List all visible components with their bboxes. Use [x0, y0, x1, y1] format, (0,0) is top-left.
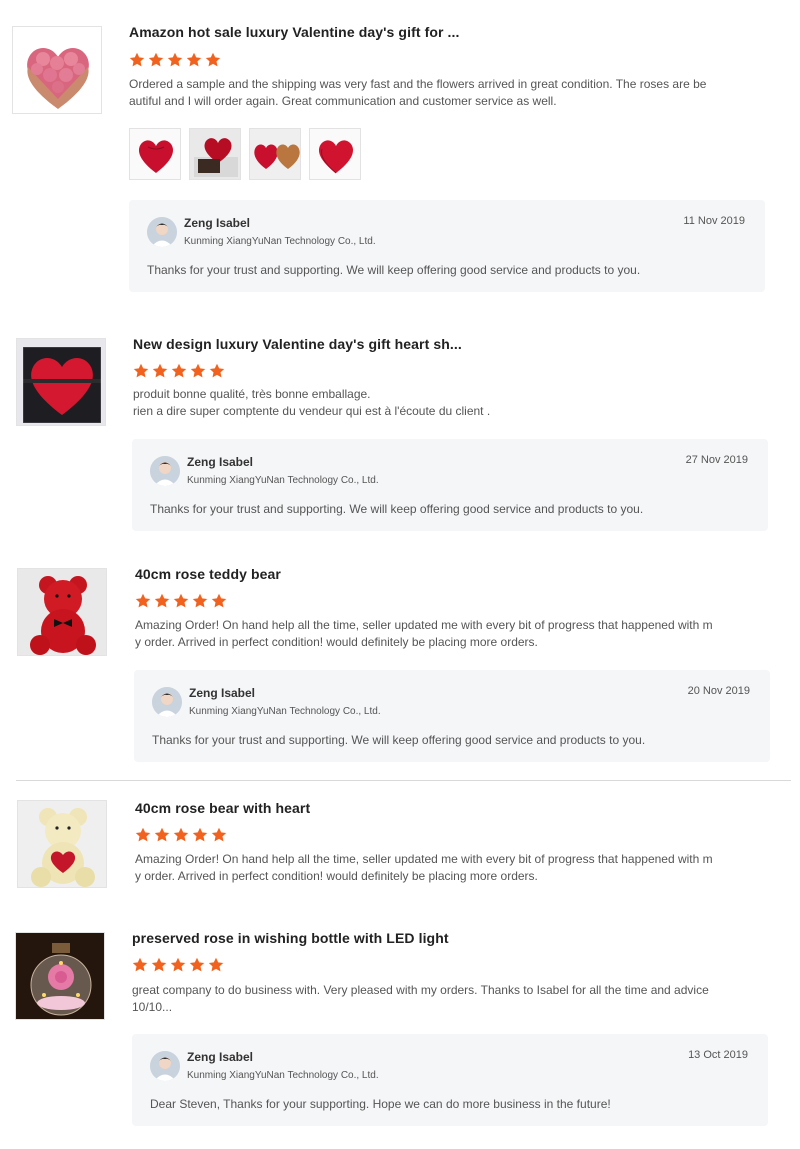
product-title-link[interactable]: 40cm rose teddy bear: [135, 566, 281, 582]
star-icon: [190, 363, 206, 378]
reply-text: Thanks for your trust and supporting. We…: [150, 502, 644, 516]
star-icon: [205, 52, 221, 67]
review-text: Ordered a sample and the shipping was ve…: [129, 77, 707, 108]
rating-stars: [133, 363, 225, 381]
review-image[interactable]: [249, 128, 301, 180]
star-icon: [132, 957, 148, 972]
review-text: Amazing Order! On hand help all the time…: [135, 618, 713, 649]
product-title-link[interactable]: preserved rose in wishing bottle with LE…: [132, 930, 449, 946]
reply-text: Thanks for your trust and supporting. We…: [152, 733, 646, 747]
product-title-link[interactable]: 40cm rose bear with heart: [135, 800, 310, 816]
review-image[interactable]: [129, 128, 181, 180]
seller-name: Zeng Isabel: [187, 1050, 254, 1064]
product-thumbnail[interactable]: [17, 568, 107, 656]
star-icon: [154, 827, 170, 842]
star-icon: [192, 827, 208, 842]
product-thumbnail[interactable]: [15, 932, 105, 1020]
reply-text: Dear Steven, Thanks for your supporting.…: [150, 1097, 611, 1111]
review-text: produit bonne qualité, très bonne emball…: [133, 387, 491, 418]
product-title-link[interactable]: New design luxury Valentine day's gift h…: [133, 336, 462, 352]
star-icon: [171, 363, 187, 378]
seller-company: Kunming XiangYuNan Technology Co., Ltd.: [187, 475, 379, 486]
product-thumbnail[interactable]: [16, 338, 106, 426]
review-text: Amazing Order! On hand help all the time…: [135, 852, 713, 883]
star-icon: [173, 593, 189, 608]
seller-name: Zeng Isabel: [184, 216, 251, 230]
seller-reply: Zeng Isabel Kunming XiangYuNan Technolog…: [132, 1034, 768, 1126]
seller-avatar: [147, 217, 177, 247]
review-image[interactable]: [309, 128, 361, 180]
reply-date: 27 Nov 2019: [685, 454, 748, 466]
star-icon: [129, 52, 145, 67]
seller-reply: Zeng Isabel Kunming XiangYuNan Technolog…: [134, 670, 770, 762]
star-icon: [186, 52, 202, 67]
rating-stars: [129, 52, 221, 70]
star-icon: [133, 363, 149, 378]
seller-avatar: [150, 456, 180, 486]
star-icon: [208, 957, 224, 972]
star-icon: [135, 827, 151, 842]
star-icon: [211, 593, 227, 608]
reply-date: 13 Oct 2019: [688, 1049, 748, 1061]
rating-stars: [135, 827, 227, 845]
reply-text: Thanks for your trust and supporting. We…: [147, 263, 641, 277]
seller-name: Zeng Isabel: [189, 686, 256, 700]
seller-company: Kunming XiangYuNan Technology Co., Ltd.: [189, 706, 381, 717]
star-icon: [209, 363, 225, 378]
star-icon: [189, 957, 205, 972]
product-title-link[interactable]: Amazon hot sale luxury Valentine day's g…: [129, 24, 460, 40]
seller-reply: Zeng Isabel Kunming XiangYuNan Technolog…: [129, 200, 765, 292]
review-image-gallery: [129, 128, 361, 180]
star-icon: [167, 52, 183, 67]
review-text: great company to do business with. Very …: [132, 983, 709, 1014]
seller-reply: Zeng Isabel Kunming XiangYuNan Technolog…: [132, 439, 768, 531]
seller-avatar: [152, 687, 182, 717]
star-icon: [211, 827, 227, 842]
product-thumbnail[interactable]: [12, 26, 102, 114]
product-thumbnail[interactable]: [17, 800, 107, 888]
review-image[interactable]: [189, 128, 241, 180]
star-icon: [170, 957, 186, 972]
section-divider: [16, 780, 791, 781]
rating-stars: [132, 957, 224, 975]
rating-stars: [135, 593, 227, 611]
star-icon: [151, 957, 167, 972]
star-icon: [173, 827, 189, 842]
seller-name: Zeng Isabel: [187, 455, 254, 469]
seller-company: Kunming XiangYuNan Technology Co., Ltd.: [184, 236, 376, 247]
star-icon: [135, 593, 151, 608]
seller-avatar: [150, 1051, 180, 1081]
reply-date: 20 Nov 2019: [687, 685, 750, 697]
seller-company: Kunming XiangYuNan Technology Co., Ltd.: [187, 1070, 379, 1081]
star-icon: [192, 593, 208, 608]
star-icon: [154, 593, 170, 608]
star-icon: [148, 52, 164, 67]
reply-date: 11 Nov 2019: [683, 215, 745, 227]
star-icon: [152, 363, 168, 378]
